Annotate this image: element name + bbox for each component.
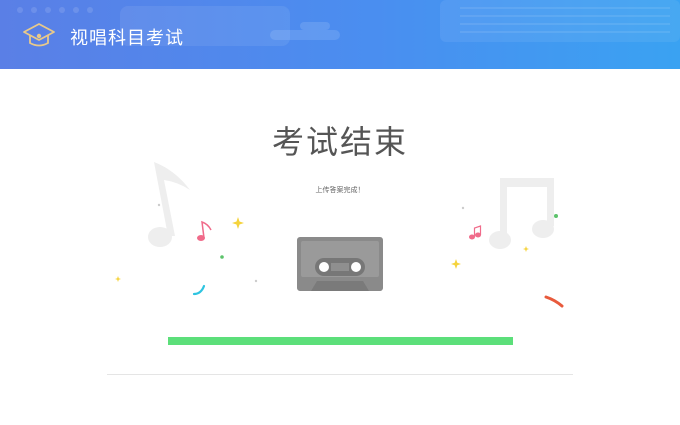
confetti-dot (220, 255, 224, 259)
upload-progress-fill (168, 337, 513, 345)
music-illustration (115, 162, 564, 308)
beamed-music-note-icon (489, 178, 554, 249)
app-title: 视唱科目考试 (70, 28, 184, 49)
graduation-cap-icon (23, 23, 55, 47)
divider (107, 374, 573, 375)
confetti-ribbon (192, 284, 206, 296)
confetti-dot (461, 206, 465, 210)
sparkle-icon (451, 259, 461, 269)
upload-progress-bar (168, 337, 513, 345)
confetti-dot (157, 203, 161, 207)
sparkle-icon (523, 246, 529, 252)
cassette-tape-icon (297, 237, 383, 291)
confetti-dot (254, 279, 258, 283)
confetti-ribbon (544, 295, 564, 308)
sparkle-icon (115, 276, 121, 282)
large-music-note-icon (148, 162, 190, 247)
sparkle-icon (232, 217, 244, 229)
pink-music-note-icon (197, 220, 212, 241)
small-pink-music-note-icon (469, 225, 482, 240)
confetti-dot (554, 214, 558, 218)
app-header: 视唱科目考试 (0, 0, 680, 69)
